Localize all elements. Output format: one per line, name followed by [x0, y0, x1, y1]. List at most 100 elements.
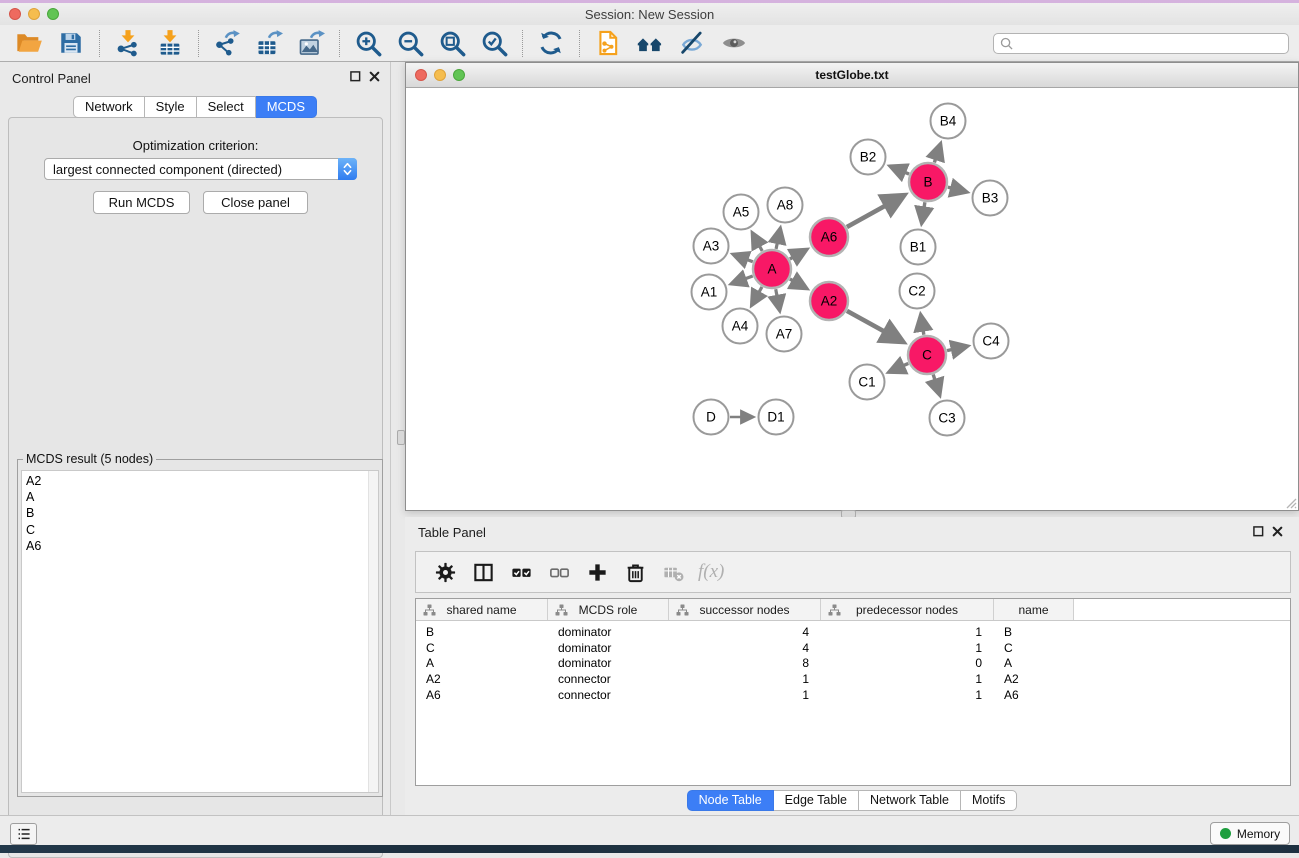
open-session-icon[interactable]: [13, 27, 45, 59]
tab-node-table[interactable]: Node Table: [687, 790, 774, 811]
zoom-out-icon[interactable]: [394, 27, 426, 59]
table-row[interactable]: Cdominator41C: [416, 640, 1290, 656]
graph-edge-B-B3[interactable]: [948, 187, 967, 192]
graph-node-D[interactable]: D: [694, 400, 729, 435]
graph-node-B2[interactable]: B2: [851, 140, 886, 175]
table-row[interactable]: Adominator80A: [416, 656, 1290, 672]
import-table-from-file-icon[interactable]: [154, 27, 186, 59]
vertical-splitter-handle[interactable]: [397, 430, 405, 445]
select-all-icon[interactable]: [508, 559, 534, 585]
table-row[interactable]: A6connector11A6: [416, 687, 1290, 703]
graph-edge-C-C1[interactable]: [889, 363, 908, 372]
export-network-icon[interactable]: [211, 27, 243, 59]
graph-edge-C-C3[interactable]: [933, 375, 940, 395]
graph-node-B3[interactable]: B3: [973, 181, 1008, 216]
close-panel-icon[interactable]: [1272, 526, 1283, 537]
search-box[interactable]: [993, 33, 1289, 54]
create-column-icon[interactable]: [584, 559, 610, 585]
criterion-dropdown[interactable]: largest connected component (directed): [44, 158, 357, 180]
table-cell[interactable]: 4: [669, 641, 821, 655]
table-row[interactable]: A2connector11A2: [416, 671, 1290, 687]
table-cell[interactable]: 4: [669, 625, 821, 639]
column-header-shared-name[interactable]: shared name: [416, 599, 548, 620]
graph-edge-A2-C[interactable]: [847, 311, 903, 342]
graph-edge-A-A3[interactable]: [733, 254, 753, 261]
mcds-result-item[interactable]: A2: [22, 473, 378, 489]
table-cell[interactable]: 8: [669, 656, 821, 670]
hide-selected-icon[interactable]: [676, 27, 708, 59]
tab-style[interactable]: Style: [145, 96, 197, 118]
graph-node-B1[interactable]: B1: [901, 230, 936, 265]
table-cell[interactable]: 1: [821, 625, 994, 639]
tab-select[interactable]: Select: [197, 96, 256, 118]
node-table[interactable]: shared nameMCDS rolesuccessor nodesprede…: [415, 598, 1291, 786]
apply-layout-icon[interactable]: [535, 27, 567, 59]
graph-edge-B-B2[interactable]: [890, 166, 909, 174]
tab-network[interactable]: Network: [73, 96, 145, 118]
tab-motifs[interactable]: Motifs: [961, 790, 1017, 811]
deselect-all-icon[interactable]: [546, 559, 572, 585]
column-header-successor-nodes[interactable]: successor nodes: [669, 599, 821, 620]
memory-button[interactable]: Memory: [1210, 822, 1290, 845]
table-cell[interactable]: 1: [821, 688, 994, 702]
show-all-icon[interactable]: [718, 27, 750, 59]
float-panel-icon[interactable]: [350, 71, 361, 82]
graph-node-A7[interactable]: A7: [767, 317, 802, 352]
network-window-titlebar[interactable]: testGlobe.txt: [406, 63, 1298, 88]
graph-edge-A-A1[interactable]: [731, 276, 752, 284]
table-cell[interactable]: A6: [994, 688, 1074, 702]
mcds-result-item[interactable]: C: [22, 522, 378, 538]
export-image-icon[interactable]: [295, 27, 327, 59]
table-cell[interactable]: A: [416, 656, 548, 670]
zoom-in-icon[interactable]: [352, 27, 384, 59]
tab-network-table[interactable]: Network Table: [859, 790, 961, 811]
graph-edge-C-C2[interactable]: [921, 315, 924, 335]
table-row[interactable]: Bdominator41B: [416, 624, 1290, 640]
graph-node-A1[interactable]: A1: [692, 275, 727, 310]
graph-node-A5[interactable]: A5: [724, 195, 759, 230]
table-cell[interactable]: 0: [821, 656, 994, 670]
table-cell[interactable]: 1: [821, 641, 994, 655]
graph-edge-A-A4[interactable]: [752, 287, 762, 305]
graph-node-A6[interactable]: A6: [810, 218, 848, 256]
zoom-selected-icon[interactable]: [478, 27, 510, 59]
search-input[interactable]: [1013, 36, 1282, 50]
graph-edge-A-A2[interactable]: [790, 279, 807, 288]
graph-edge-B-B1[interactable]: [922, 202, 925, 223]
table-cell[interactable]: 1: [669, 688, 821, 702]
table-cell[interactable]: C: [994, 641, 1074, 655]
scrollbar-track[interactable]: [368, 471, 378, 792]
table-cell[interactable]: C: [416, 641, 548, 655]
table-cell[interactable]: connector: [548, 672, 669, 686]
graph-node-A3[interactable]: A3: [694, 229, 729, 264]
table-cell[interactable]: 1: [669, 672, 821, 686]
new-network-from-selection-icon[interactable]: [592, 27, 624, 59]
mcds-result-item[interactable]: A6: [22, 538, 378, 554]
graph-edge-A-A5[interactable]: [752, 233, 762, 251]
network-list-button[interactable]: [10, 823, 37, 845]
resize-grip-icon[interactable]: [1284, 496, 1297, 509]
zoom-fit-icon[interactable]: [436, 27, 468, 59]
export-table-icon[interactable]: [253, 27, 285, 59]
mcds-result-list[interactable]: A2ABCA6: [21, 470, 379, 793]
graph-node-A4[interactable]: A4: [723, 309, 758, 344]
delete-table-icon[interactable]: [660, 559, 686, 585]
table-cell[interactable]: B: [994, 625, 1074, 639]
network-graph[interactable]: B4B2BB3A5A8A6A3B1AA1C2A2A4A7C4CC1C3DD1: [406, 88, 1298, 510]
graph-edge-A6-B[interactable]: [847, 195, 904, 227]
table-cell[interactable]: B: [416, 625, 548, 639]
settings-gear-icon[interactable]: [432, 559, 458, 585]
graph-node-B[interactable]: B: [909, 163, 947, 201]
graph-edge-A-A8[interactable]: [776, 228, 780, 249]
tab-mcds[interactable]: MCDS: [256, 96, 317, 118]
graph-edge-C-C4[interactable]: [947, 346, 967, 350]
table-cell[interactable]: A: [994, 656, 1074, 670]
table-cell[interactable]: A2: [994, 672, 1074, 686]
table-cell[interactable]: connector: [548, 688, 669, 702]
graph-node-A8[interactable]: A8: [768, 188, 803, 223]
tab-edge-table[interactable]: Edge Table: [774, 790, 859, 811]
graph-edge-B-B4[interactable]: [934, 144, 940, 163]
mcds-result-item[interactable]: B: [22, 505, 378, 521]
graph-node-C2[interactable]: C2: [900, 274, 935, 309]
graph-node-D1[interactable]: D1: [759, 400, 794, 435]
